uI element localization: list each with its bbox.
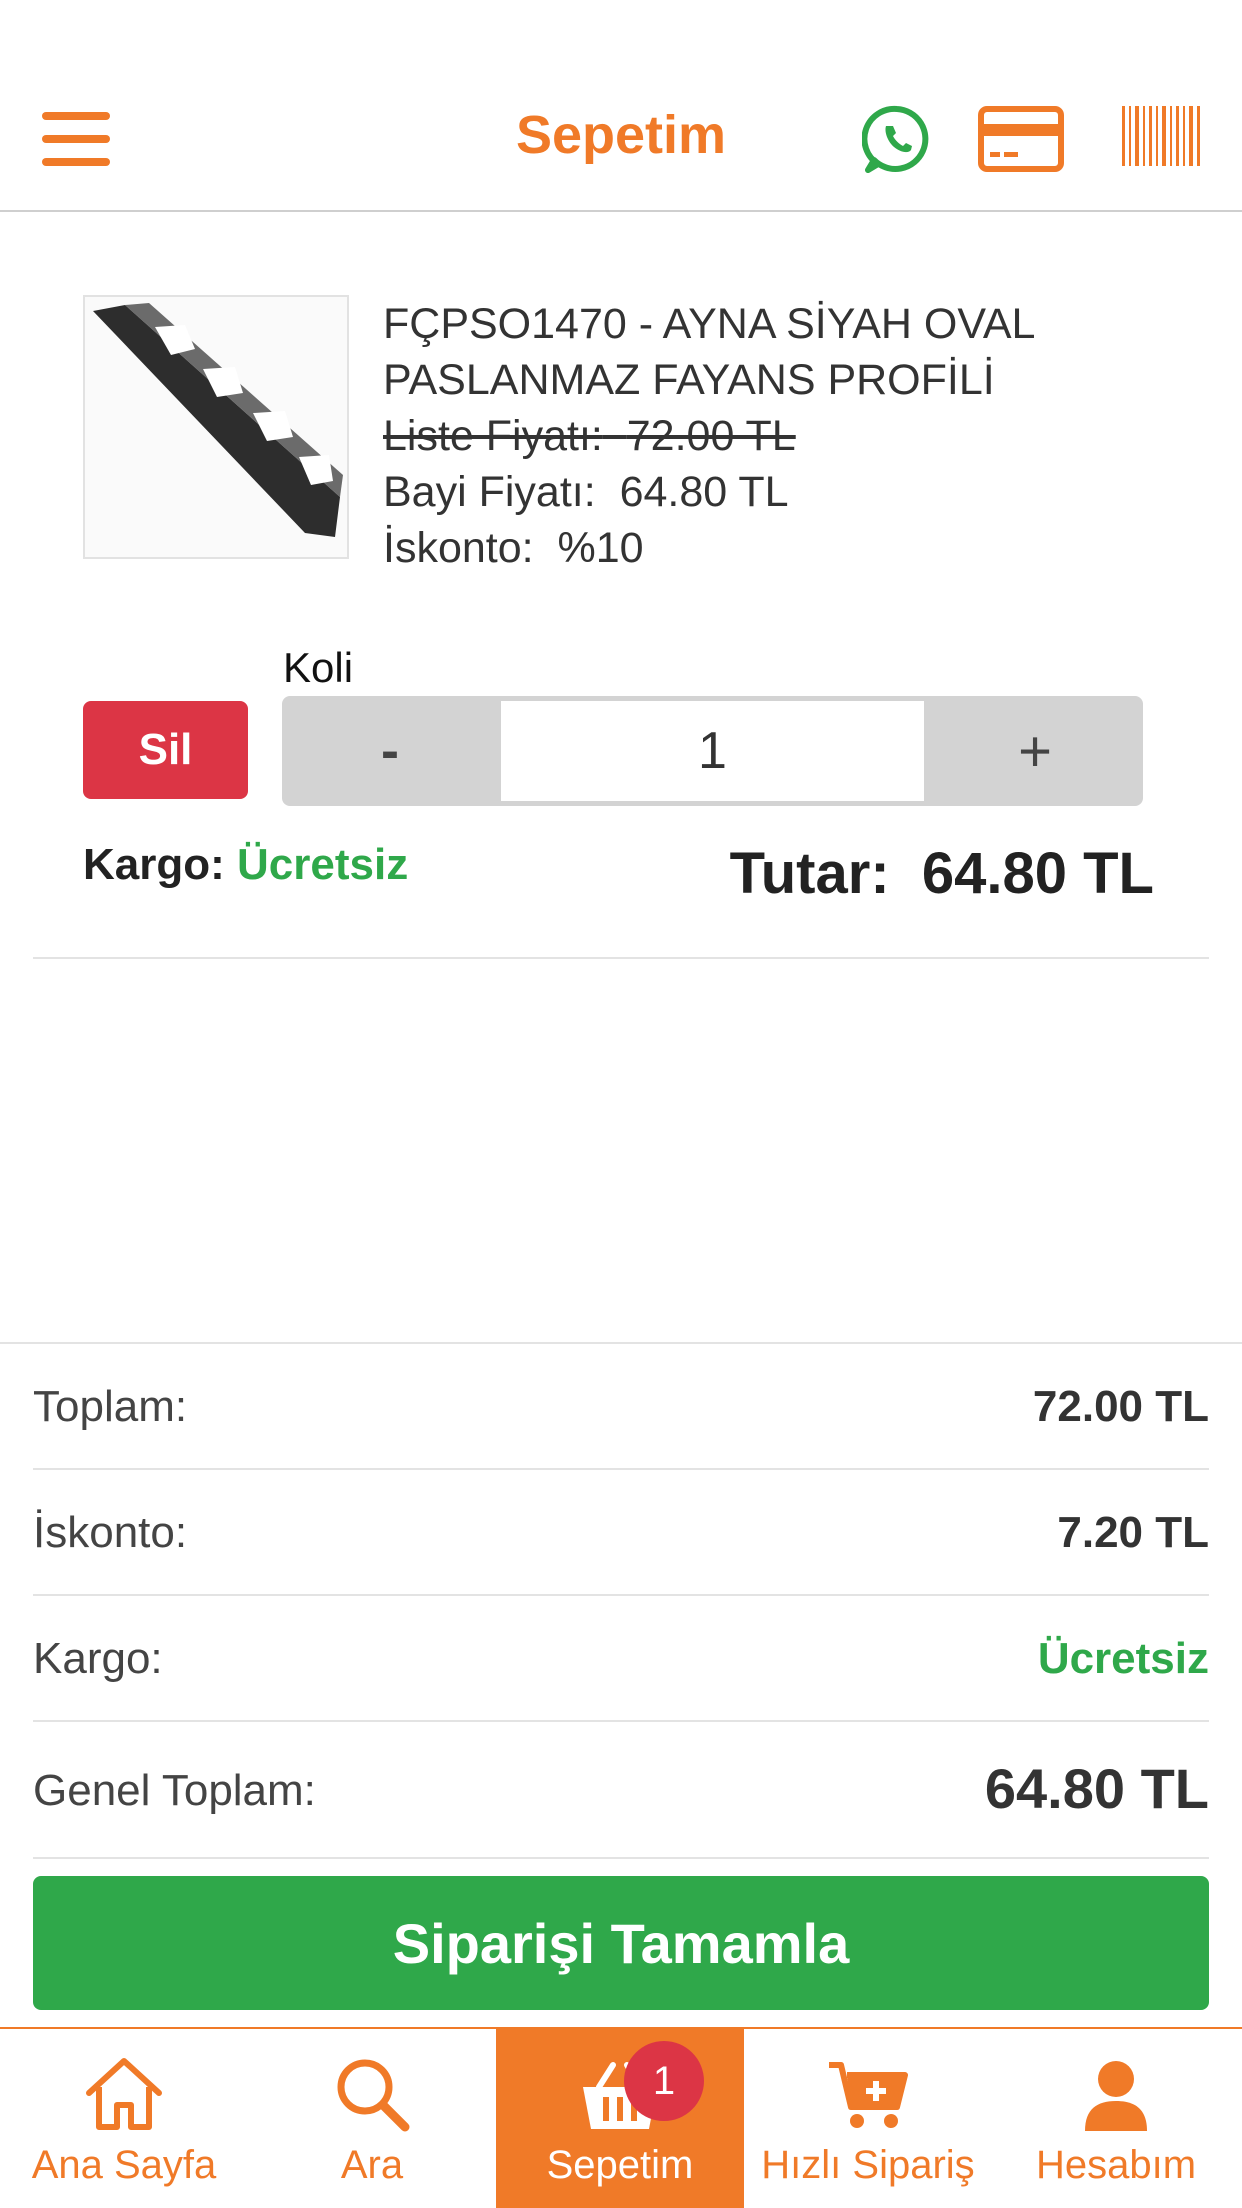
shipping-value: Ücretsiz <box>237 840 409 889</box>
summary-total-row: Toplam: 72.00 TL <box>33 1344 1209 1470</box>
nav-quick-order-label: Hızlı Sipariş <box>761 2143 975 2187</box>
whatsapp-icon[interactable] <box>862 104 932 174</box>
top-bar: Sepetim <box>0 0 1242 212</box>
nav-cart[interactable]: 1 Sepetim <box>496 2029 744 2208</box>
nav-home[interactable]: Ana Sayfa <box>0 2029 248 2208</box>
discount-value: %10 <box>557 524 644 572</box>
increase-button[interactable]: + <box>927 696 1143 806</box>
total-label: Toplam: <box>33 1382 188 1431</box>
complete-order-button[interactable]: Siparişi Tamamla <box>33 1876 1209 2010</box>
dealer-price-value: 64.80 TL <box>619 468 789 516</box>
cart-badge: 1 <box>624 2041 704 2121</box>
home-icon <box>86 2058 162 2130</box>
amount-label: Tutar: <box>729 841 890 906</box>
summary-shipping-value: Ücretsiz <box>1037 1634 1209 1683</box>
nav-account-label: Hesabım <box>1035 2143 1197 2187</box>
user-icon <box>1085 2061 1147 2131</box>
nav-quick-order[interactable]: Hızlı Sipariş <box>744 2029 992 2208</box>
discount-label: İskonto: <box>383 524 534 572</box>
list-price-value: 72.00 TL <box>626 412 796 460</box>
quantity-stepper: - + <box>282 696 1143 806</box>
product-name: FÇPSO1470 - AYNA SİYAH OVAL PASLANMAZ FA… <box>383 300 1034 404</box>
dealer-price: Bayi Fiyatı: 64.80 TL <box>383 464 789 520</box>
divider <box>33 957 1209 959</box>
nav-search[interactable]: Ara <box>248 2029 496 2208</box>
summary-discount-value: 7.20 TL <box>1057 1508 1209 1557</box>
product-amount: Tutar: 64.80 TL <box>730 840 1154 907</box>
nav-account[interactable]: Hesabım <box>992 2029 1240 2208</box>
amount-value: 64.80 TL <box>921 841 1154 906</box>
nav-home-label: Ana Sayfa <box>31 2143 217 2187</box>
total-value: 72.00 TL <box>1032 1382 1209 1431</box>
product-image[interactable] <box>83 295 349 559</box>
list-price-label: Liste Fiyatı: <box>383 412 603 460</box>
nav-cart-label: Sepetim <box>546 2143 694 2187</box>
bottom-navigation: Ana Sayfa Ara 1 Sepetim Hızlı Sipariş He… <box>0 2027 1242 2208</box>
list-price: Liste Fiyatı: 72.00 TL <box>383 408 796 464</box>
decrease-button[interactable]: - <box>282 696 498 806</box>
nav-search-label: Ara <box>340 2143 404 2187</box>
unit-label: Koli <box>283 644 354 691</box>
shipping-label: Kargo: <box>83 840 225 889</box>
summary-shipping-label: Kargo: <box>33 1634 163 1683</box>
summary-grand-total-row: Genel Toplam: 64.80 TL <box>33 1722 1209 1859</box>
credit-card-icon[interactable] <box>978 106 1064 172</box>
delete-button[interactable]: Sil <box>83 701 248 799</box>
summary-shipping-row: Kargo: Ücretsiz <box>33 1596 1209 1722</box>
summary-discount-label: İskonto: <box>33 1508 188 1557</box>
discount-rate: İskonto: %10 <box>383 520 644 576</box>
grand-total-label: Genel Toplam: <box>33 1766 316 1815</box>
search-icon <box>337 2059 410 2132</box>
cart-plus-icon <box>829 2062 908 2128</box>
grand-total-value: 64.80 TL <box>984 1757 1209 1820</box>
dealer-price-label: Bayi Fiyatı: <box>383 468 596 516</box>
summary-discount-row: İskonto: 7.20 TL <box>33 1470 1209 1596</box>
product-shipping: Kargo: Ücretsiz <box>83 840 408 890</box>
quantity-input[interactable] <box>498 698 927 804</box>
barcode-icon[interactable] <box>1120 106 1202 166</box>
product-profile-image <box>93 303 343 537</box>
